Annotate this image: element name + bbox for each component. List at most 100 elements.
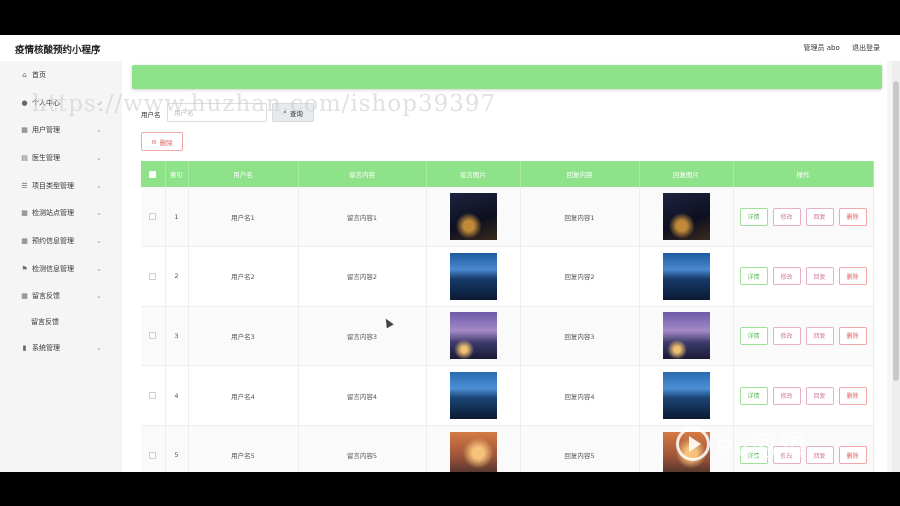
header-message-image: 留言图片 <box>426 161 521 187</box>
grid-icon: ▦ <box>21 236 28 245</box>
search-input[interactable] <box>167 103 267 122</box>
logout-link[interactable]: 退出登录 <box>852 44 880 52</box>
main-content: 用户名 ⌕ 查询 ⊖ 删除 索引 用户名 留言内容 留言图片 回复内容 <box>122 61 887 472</box>
delete-button[interactable]: 删除 <box>838 267 867 286</box>
edit-button[interactable]: 修改 <box>772 326 801 345</box>
reply-button[interactable]: 回复 <box>805 386 834 405</box>
message-image[interactable] <box>449 252 497 300</box>
row-checkbox[interactable] <box>141 187 166 248</box>
sidebar-item[interactable]: ☰ 项目类型管理 ⌄ <box>0 172 110 200</box>
edit-button[interactable]: 修改 <box>772 446 801 465</box>
reply-image[interactable] <box>662 372 710 420</box>
batch-delete-button[interactable]: ⊖ 删除 <box>141 132 183 151</box>
reply-image[interactable] <box>662 312 710 360</box>
sidebar-item[interactable]: ⌂ 首页 <box>0 61 110 89</box>
cell-message-image <box>426 246 521 307</box>
delete-button[interactable]: 删除 <box>838 386 867 405</box>
flag-icon: ⚑ <box>21 264 28 273</box>
header-message: 留言内容 <box>298 161 427 187</box>
cell-message-image <box>426 187 521 248</box>
cell-index: 4 <box>165 365 189 426</box>
cell-message: 留言内容1 <box>298 187 427 248</box>
reply-image[interactable] <box>662 252 710 300</box>
sidebar-item[interactable]: ▤ 医生管理 ⌄ <box>0 144 110 172</box>
page-scrollbar[interactable] <box>892 61 900 472</box>
delete-button[interactable]: 删除 <box>838 207 867 226</box>
delete-button[interactable]: 删除 <box>838 326 867 345</box>
sidebar-item[interactable]: ▦ 用户管理 ⌄ <box>0 116 110 144</box>
chevron-down-icon: ⌄ <box>96 292 102 301</box>
table-header-row: 索引 用户名 留言内容 留言图片 回复内容 回复图片 操作 <box>141 161 874 187</box>
app-title: 疫情核酸预约小程序 <box>15 45 101 56</box>
sidebar-item-label: 检测站点管理 <box>32 209 74 218</box>
row-checkbox[interactable] <box>141 425 166 472</box>
table-row: 1 用户名1 留言内容1 回复内容1 详情 修改 回复 删除 <box>141 187 874 248</box>
list-icon: ☰ <box>21 181 28 190</box>
sidebar-item-label: 留言反馈 <box>32 292 60 301</box>
sidebar-item[interactable]: ● 个人中心 ⌄ <box>0 89 110 117</box>
delete-button[interactable]: 删除 <box>838 446 867 465</box>
cell-message-image <box>426 425 521 472</box>
cell-reply: 回复内容2 <box>520 246 640 307</box>
row-checkbox[interactable] <box>141 246 166 307</box>
reply-button[interactable]: 回复 <box>805 207 834 226</box>
edit-button[interactable]: 修改 <box>772 267 801 286</box>
hospital-icon: ▤ <box>21 153 28 162</box>
message-image[interactable] <box>449 372 497 420</box>
chevron-down-icon: ⌄ <box>96 181 102 190</box>
cell-message: 留言内容5 <box>298 425 427 472</box>
reply-image[interactable] <box>662 193 710 241</box>
sidebar-item[interactable]: ▦ 预约信息管理 ⌄ <box>0 227 110 255</box>
chevron-down-icon: ⌄ <box>96 344 102 353</box>
sidebar-subitem-feedback[interactable]: 留言反馈 <box>0 310 110 334</box>
cell-reply-image <box>639 425 734 472</box>
reply-button[interactable]: 回复 <box>805 446 834 465</box>
detail-button[interactable]: 详情 <box>739 207 768 226</box>
app-window: 疫情核酸预约小程序 管理员 abo 退出登录 ⌂ 首页 ● 个人中心 ⌄ ▦ 用户管理 ⌄ ▤ 医… <box>0 35 900 472</box>
cell-actions: 详情 修改 回复 删除 <box>733 365 874 426</box>
row-checkbox[interactable] <box>141 306 166 367</box>
cell-reply: 回复内容3 <box>520 306 640 367</box>
search-button[interactable]: ⌕ 查询 <box>272 103 314 122</box>
sidebar-item-label: 医生管理 <box>32 153 60 162</box>
detail-button[interactable]: 详情 <box>739 386 768 405</box>
table-row: 4 用户名4 留言内容4 回复内容4 详情 修改 回复 删除 <box>141 365 874 426</box>
sidebar-item[interactable]: ▮ 系统管理 ⌄ <box>0 334 110 362</box>
sidebar-item-label: 检测信息管理 <box>32 264 74 273</box>
reply-button[interactable]: 回复 <box>805 267 834 286</box>
edit-button[interactable]: 修改 <box>772 386 801 405</box>
cell-reply-image <box>639 306 734 367</box>
message-image[interactable] <box>449 312 497 360</box>
sidebar-item[interactable]: ▦ 检测站点管理 ⌄ <box>0 199 110 227</box>
header-index: 索引 <box>165 161 189 187</box>
detail-button[interactable]: 详情 <box>739 267 768 286</box>
header-actions: 操作 <box>733 161 874 187</box>
cell-actions: 详情 修改 回复 删除 <box>733 425 874 472</box>
cell-username: 用户名3 <box>188 306 299 367</box>
scrollbar-thumb[interactable] <box>893 81 899 381</box>
sidebar-item[interactable]: ⚑ 检测信息管理 ⌄ <box>0 255 110 283</box>
reply-image[interactable] <box>662 431 710 472</box>
cell-username: 用户名5 <box>188 425 299 472</box>
sidebar-item[interactable]: ▦ 留言反馈 ⌄ <box>0 283 110 311</box>
message-image[interactable] <box>449 193 497 241</box>
sidebar-item-label: 预约信息管理 <box>32 236 74 245</box>
sidebar-item-label: 用户管理 <box>32 126 60 135</box>
chevron-down-icon: ⌄ <box>96 98 102 107</box>
detail-button[interactable]: 详情 <box>739 326 768 345</box>
cell-username: 用户名2 <box>188 246 299 307</box>
cell-index: 5 <box>165 425 189 472</box>
cell-username: 用户名4 <box>188 365 299 426</box>
detail-button[interactable]: 详情 <box>739 446 768 465</box>
cell-actions: 详情 修改 回复 删除 <box>733 306 874 367</box>
message-image[interactable] <box>449 431 497 472</box>
batch-delete-label: 删除 <box>159 138 173 147</box>
admin-user-label[interactable]: 管理员 abo <box>804 44 840 52</box>
cell-message-image <box>426 306 521 367</box>
edit-button[interactable]: 修改 <box>772 207 801 226</box>
row-checkbox[interactable] <box>141 365 166 426</box>
top-header: 疫情核酸预约小程序 管理员 abo 退出登录 <box>0 35 900 61</box>
reply-button[interactable]: 回复 <box>805 326 834 345</box>
cell-reply-image <box>639 365 734 426</box>
select-all-checkbox[interactable] <box>141 161 166 187</box>
